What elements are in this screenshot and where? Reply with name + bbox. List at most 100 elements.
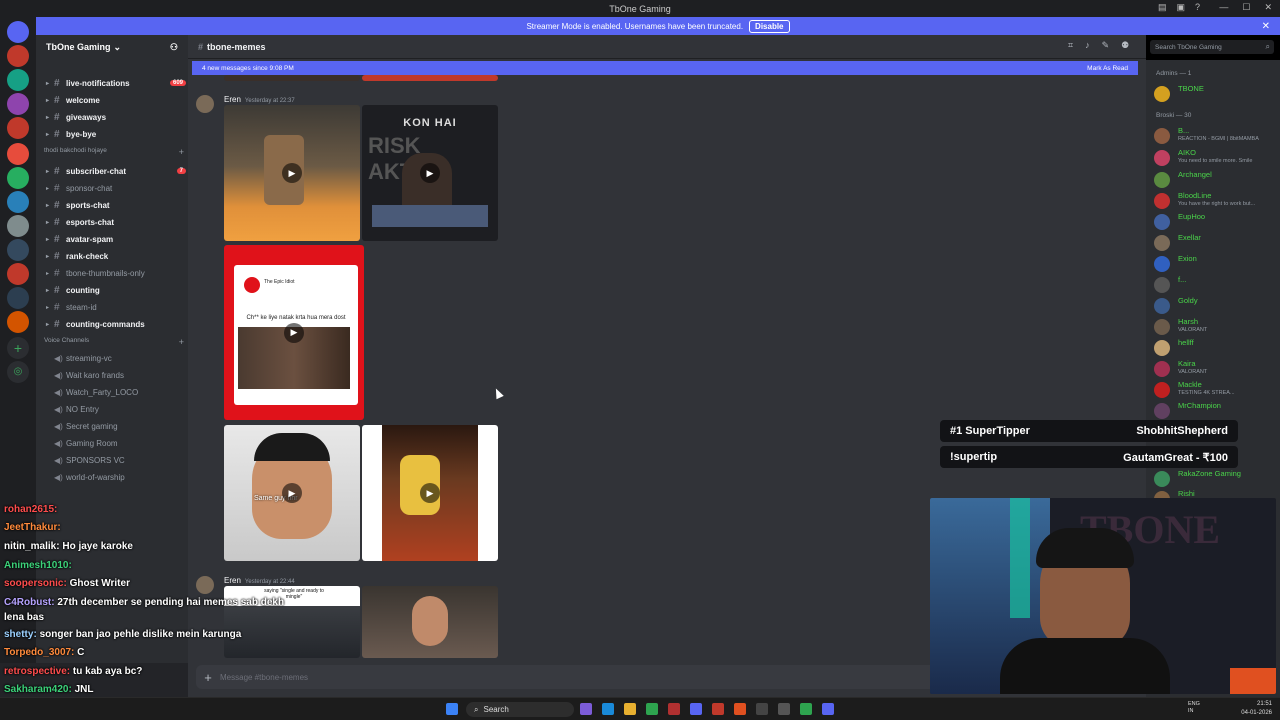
voice-channel-item[interactable]: ◀) streaming-vc [46, 350, 186, 366]
channel-item[interactable]: ▸ # counting-commands [46, 316, 186, 332]
server-icon[interactable] [7, 191, 29, 213]
video-attachment[interactable] [362, 586, 498, 658]
voice-channel-item[interactable]: ◀) SPONSORS VC [46, 452, 186, 468]
server-icon[interactable] [7, 287, 29, 309]
member-item[interactable]: Mackle TESTING 4K STREA... [1154, 380, 1276, 400]
member-item[interactable]: hellff [1154, 338, 1276, 358]
channel-item[interactable]: ▸ # tbone-thumbnails-only [46, 265, 186, 281]
new-messages-bar[interactable]: 4 new messages since 9:08 PM Mark As Rea… [192, 61, 1138, 75]
notification-icon[interactable]: ♪ [1085, 40, 1090, 51]
mark-as-read-button[interactable]: Mark As Read [1087, 65, 1128, 72]
brave-icon[interactable] [734, 703, 746, 715]
channel-item[interactable]: ▸ # bye-bye [46, 126, 186, 142]
discord-icon[interactable] [690, 703, 702, 715]
app-icon[interactable] [668, 703, 680, 715]
media-attachment[interactable] [224, 75, 360, 81]
member-item[interactable]: Harsh VALORANT [1154, 317, 1276, 337]
channel-item[interactable]: ▸ # counting [46, 282, 186, 298]
play-icon[interactable]: ▶ [420, 483, 440, 503]
channel-item[interactable]: ▸ # subscriber-chat 7 [46, 163, 186, 179]
app-icon[interactable] [756, 703, 768, 715]
add-member-icon[interactable]: ⚇ [170, 42, 178, 53]
server-icon[interactable] [7, 215, 29, 237]
message-author[interactable]: Eren Yesterday at 22:37 [224, 95, 295, 104]
play-icon[interactable]: ▶ [282, 163, 302, 183]
member-item[interactable]: Exellar [1154, 233, 1276, 253]
copilot-icon[interactable] [580, 703, 592, 715]
voice-channel-item[interactable]: ◀) Gaming Room [46, 435, 186, 451]
edge-icon[interactable] [602, 703, 614, 715]
chrome-icon[interactable] [800, 703, 812, 715]
member-item[interactable]: Goldy [1154, 296, 1276, 316]
voice-channel-item[interactable]: ◀) Wait karo frands [46, 367, 186, 383]
voice-channel-item[interactable]: ◀) Secret gaming [46, 418, 186, 434]
server-icon[interactable] [7, 263, 29, 285]
member-item[interactable]: BloodLine You have the right to work but.… [1154, 191, 1276, 211]
close-icon[interactable]: ✕ [1264, 2, 1272, 13]
server-icon[interactable] [7, 93, 29, 115]
voice-channel-item[interactable]: ◀) world-of-warship [46, 469, 186, 485]
inbox-icon[interactable]: ▤ [1158, 2, 1167, 13]
channel-item[interactable]: ▸ # sponsor-chat [46, 180, 186, 196]
add-channel-icon[interactable]: + [179, 147, 184, 157]
category-voice[interactable]: Voice Channels + [44, 337, 184, 347]
avatar[interactable] [196, 576, 214, 594]
channel-item[interactable]: ▸ # avatar-spam [46, 231, 186, 247]
server-icon[interactable] [7, 69, 29, 91]
app-icon[interactable] [778, 703, 790, 715]
video-attachment[interactable]: The Epic Idiot Ch** ke liye natak krta h… [224, 245, 364, 420]
avatar[interactable] [196, 95, 214, 113]
add-channel-icon[interactable]: + [179, 337, 184, 347]
server-header[interactable]: TbOne Gaming ⌄ ⚇ [36, 35, 188, 59]
play-icon[interactable]: ▶ [284, 322, 304, 343]
voice-channel-item[interactable]: ◀) NO Entry [46, 401, 186, 417]
pin-icon[interactable]: ✎ [1102, 40, 1110, 51]
member-item[interactable]: MrChampion [1154, 401, 1276, 421]
video-attachment[interactable]: Same guy hhr ▶ [224, 425, 360, 561]
maximize-icon[interactable]: ☐ [1242, 2, 1250, 13]
add-server-icon[interactable]: + [7, 337, 29, 359]
start-icon[interactable] [446, 703, 458, 715]
server-icon[interactable] [7, 311, 29, 333]
search-input[interactable]: Search TbOne Gaming ⌕ [1150, 40, 1274, 54]
member-item[interactable]: B... REACTION - BGMI | 8bitMAMBA [1154, 126, 1276, 146]
disable-streamer-mode-button[interactable]: Disable [749, 19, 790, 33]
channel-item[interactable]: ▸ # esports-chat [46, 214, 186, 230]
add-attachment-icon[interactable]: + [196, 670, 220, 685]
channel-item[interactable]: ▸ # steam-id [46, 299, 186, 315]
server-icon[interactable] [7, 45, 29, 67]
member-item[interactable]: Exion [1154, 254, 1276, 274]
discord-icon[interactable] [822, 703, 834, 715]
video-attachment[interactable]: ▶ [362, 425, 498, 561]
folder-icon[interactable] [624, 703, 636, 715]
member-item[interactable]: EupHoo [1154, 212, 1276, 232]
server-icon[interactable] [7, 167, 29, 189]
minimize-icon[interactable]: — [1219, 2, 1228, 13]
members-icon[interactable]: ⚉ [1121, 40, 1129, 51]
member-item[interactable]: TBONE [1154, 84, 1276, 104]
server-icon[interactable] [7, 239, 29, 261]
server-icon[interactable] [7, 143, 29, 165]
help-icon[interactable]: ? [1195, 2, 1200, 13]
category-thodi[interactable]: thodi bakchodi hojaye + [44, 147, 184, 157]
member-item[interactable]: Archangel [1154, 170, 1276, 190]
threads-icon[interactable]: ⌗ [1068, 40, 1073, 51]
explore-icon[interactable]: ◎ [7, 361, 29, 383]
video-attachment[interactable]: KON HAI RISK AKTA? ▶ [362, 105, 498, 241]
system-clock[interactable]: 21:51 04-01-2026 [1241, 700, 1272, 718]
direct-messages-icon[interactable] [7, 21, 29, 43]
message-author[interactable]: Eren Yesterday at 22:44 [224, 576, 295, 585]
member-item[interactable]: AIKO You need to smile more. Smile [1154, 148, 1276, 168]
banner-close-icon[interactable]: ✕ [1262, 21, 1270, 32]
screen-icon[interactable]: ▣ [1176, 2, 1185, 13]
channel-item[interactable]: ▸ # sports-chat [46, 197, 186, 213]
member-item[interactable]: RakaZone Gaming [1154, 469, 1276, 489]
channel-item[interactable]: ▸ # giveaways [46, 109, 186, 125]
server-icon[interactable] [7, 117, 29, 139]
play-icon[interactable]: ▶ [420, 163, 440, 183]
member-item[interactable]: Kaira VALORANT [1154, 359, 1276, 379]
taskbar-search[interactable]: ⌕ Search [466, 702, 574, 717]
channel-item[interactable]: ▸ # welcome [46, 92, 186, 108]
media-attachment[interactable] [362, 75, 498, 81]
channel-item[interactable]: ▸ # live-notifications 609 [46, 75, 186, 91]
